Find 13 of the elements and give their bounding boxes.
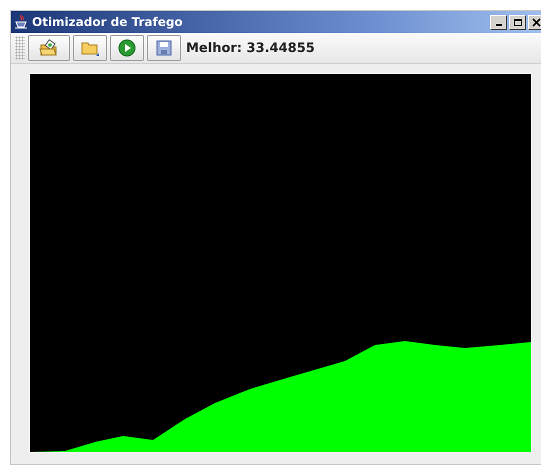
- play-button[interactable]: [110, 35, 144, 61]
- maximize-button[interactable]: [509, 14, 526, 30]
- open-file-button[interactable]: [28, 35, 70, 61]
- cup-icon: [14, 14, 28, 30]
- save-button[interactable]: [147, 35, 181, 61]
- close-button[interactable]: [528, 14, 541, 30]
- best-score-label: Melhor: 33.44855: [186, 40, 315, 56]
- play-icon: [118, 39, 136, 57]
- toolbar-grip[interactable]: [15, 36, 25, 60]
- minimize-button[interactable]: [490, 14, 507, 30]
- folder-button[interactable]: [73, 35, 107, 61]
- window-title: Otimizador de Trafego: [32, 15, 183, 29]
- folder-picture-icon: [39, 39, 59, 57]
